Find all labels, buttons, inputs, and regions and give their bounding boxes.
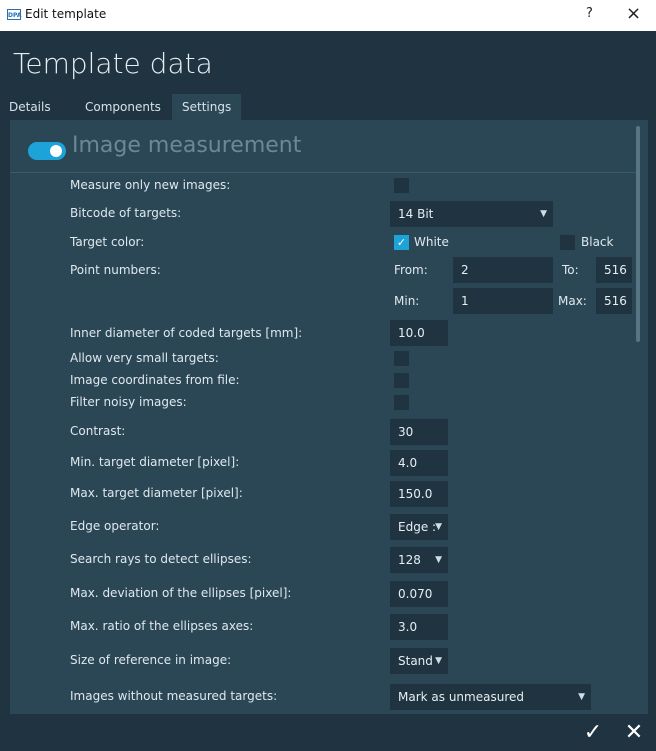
point-numbers-label: Point numbers: [70,263,161,277]
contrast-label: Contrast: [70,424,126,438]
inner-diameter-label: Inner diameter of coded targets [mm]: [70,326,303,340]
min-label: Min: [394,294,420,308]
cancel-button[interactable]: ✕ [618,717,650,749]
dialog-footer: ✓ ✕ [0,714,656,751]
without-targets-label: Images without measured targets: [70,689,278,703]
reference-size-select[interactable]: Stand ▼ [390,648,448,674]
min-input[interactable]: 1 [453,288,553,314]
section-title: Image measurement [72,133,302,158]
settings-panel: Image measurement Measure only new image… [10,120,648,714]
ok-button[interactable]: ✓ [577,717,609,749]
tab-bar: Details Components Settings [0,94,656,120]
window-title: Edit template [25,7,107,21]
bitcode-select[interactable]: 14 Bit ▼ [390,201,553,227]
max-input[interactable]: 516 [596,288,632,314]
chevron-down-icon: ▼ [578,692,585,702]
from-label: From: [394,263,428,277]
black-label: Black [581,235,614,249]
check-icon: ✓ [583,720,603,745]
min-diameter-label: Min. target diameter [pixel]: [70,455,240,469]
contrast-input[interactable]: 30 [390,419,448,445]
from-input[interactable]: 2 [453,257,553,283]
section-divider [10,172,638,173]
coords-from-file-label: Image coordinates from file: [70,373,240,387]
dialog-body: Template data Details Components Setting… [0,31,656,751]
bitcode-value: 14 Bit [398,207,434,221]
toggle-knob [50,145,62,157]
white-checkbox[interactable]: ✓ [394,235,409,250]
min-diameter-input[interactable]: 4.0 [390,450,448,476]
max-deviation-input[interactable]: 0.070 [390,581,448,607]
image-measurement-toggle[interactable] [28,142,66,160]
without-targets-value: Mark as unmeasured [398,690,524,704]
window-close-button[interactable]: × [626,3,641,24]
tab-details[interactable]: Details [9,94,51,120]
filter-noisy-checkbox[interactable] [394,395,409,410]
very-small-checkbox[interactable] [394,351,409,366]
target-color-label: Target color: [70,235,145,249]
tab-components[interactable]: Components [85,94,161,120]
to-input[interactable]: 516 [596,257,632,283]
edge-operator-select[interactable]: Edge : ▼ [390,514,448,540]
check-icon: ✓ [396,236,407,249]
max-ratio-label: Max. ratio of the ellipses axes: [70,619,254,633]
very-small-label: Allow very small targets: [70,351,219,365]
white-label: White [414,235,449,249]
max-ratio-input[interactable]: 3.0 [390,614,448,640]
edge-operator-label: Edge operator: [70,519,160,533]
measure-only-new-checkbox[interactable] [394,178,409,193]
search-rays-label: Search rays to detect ellipses: [70,552,252,566]
max-deviation-label: Max. deviation of the ellipses [pixel]: [70,586,292,600]
measure-only-new-label: Measure only new images: [70,178,231,192]
inner-diameter-input[interactable]: 10.0 [390,320,448,346]
bitcode-label: Bitcode of targets: [70,206,182,220]
chevron-down-icon: ▼ [435,522,442,532]
scrollbar[interactable] [636,126,640,342]
max-diameter-input[interactable]: 150.0 [390,481,448,507]
coords-from-file-checkbox[interactable] [394,373,409,388]
edge-operator-value: Edge : [398,520,437,534]
to-label: To: [562,263,579,277]
tab-settings[interactable]: Settings [172,94,242,120]
close-icon: ✕ [624,720,644,745]
max-diameter-label: Max. target diameter [pixel]: [70,486,243,500]
max-label: Max: [558,294,587,308]
chevron-down-icon: ▼ [540,209,547,219]
app-logo: DPA [7,9,21,20]
reference-size-value: Stand [398,654,433,668]
title-bar: DPA Edit template ? × [0,0,656,31]
help-button[interactable]: ? [586,6,593,21]
filter-noisy-label: Filter noisy images: [70,395,187,409]
black-checkbox[interactable] [560,235,575,250]
reference-size-label: Size of reference in image: [70,653,232,667]
without-targets-select[interactable]: Mark as unmeasured ▼ [390,684,591,710]
search-rays-value: 128 [398,553,421,567]
search-rays-select[interactable]: 128 ▼ [390,547,448,573]
page-title: Template data [13,47,213,80]
chevron-down-icon: ▼ [435,555,442,565]
chevron-down-icon: ▼ [435,656,442,666]
